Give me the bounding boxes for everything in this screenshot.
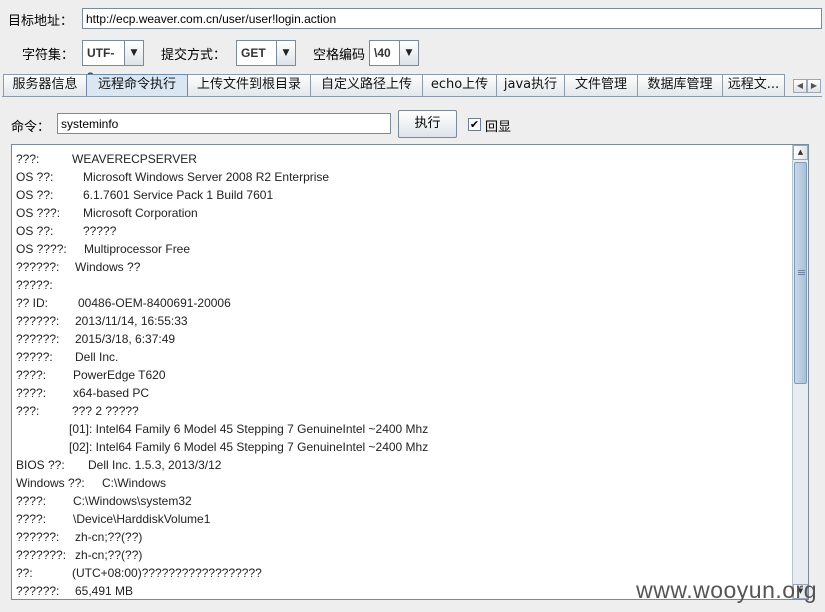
chevron-left-icon[interactable]: ◀ — [793, 79, 807, 93]
output-key: ????: — [16, 512, 47, 526]
output-value: 00486-OEM-8400691-20006 — [78, 296, 231, 310]
target-url-label: 目标地址： — [8, 14, 74, 29]
output-value: 65,491 MB — [75, 584, 134, 598]
tab-upload-root[interactable]: 上传文件到根目录 — [187, 74, 311, 96]
charset-select[interactable]: UTF-8 ▼ — [82, 40, 144, 84]
output-key: ???: — [16, 404, 40, 418]
output-value: [02]: Intel64 Family 6 Model 45 Stepping… — [69, 440, 429, 454]
scroll-up-icon[interactable]: ▲ — [793, 145, 808, 160]
output-key: ?? ID: — [16, 296, 49, 310]
output-key: BIOS ??: — [16, 458, 65, 472]
output-value: \Device\HarddiskVolume1 — [73, 512, 211, 526]
output-value: 2013/11/14, 16:55:33 — [75, 314, 188, 328]
tab-bar: 服务器信息 远程命令执行 上传文件到根目录 自定义路径上传 echo上传 jav… — [3, 74, 785, 96]
echo-label: 回显 — [485, 120, 512, 135]
output-key: ????: — [16, 386, 47, 400]
scrollbar-thumb[interactable] — [794, 162, 807, 384]
output-key: OS ???: — [16, 206, 61, 220]
echo-checkbox[interactable]: ✔ — [468, 118, 481, 131]
output-key: OS ??: — [16, 170, 54, 184]
output-value: Dell Inc. 1.5.3, 2013/3/12 — [88, 458, 222, 472]
charset-label: 字符集： — [22, 48, 75, 63]
output-key: ??????: — [16, 314, 60, 328]
vertical-scrollbar[interactable]: ▲ ▼ — [792, 145, 808, 599]
tab-server-info[interactable]: 服务器信息 — [3, 74, 87, 96]
target-url-input[interactable]: http://ecp.weaver.com.cn/user/user!login… — [82, 8, 822, 29]
output-key: ??????: — [16, 530, 60, 544]
output-key: ????: — [16, 494, 47, 508]
output-value: Microsoft Corporation — [83, 206, 198, 220]
output-value: WEAVERECPSERVER — [72, 152, 197, 166]
space-encoding-select[interactable]: \40 ▼ — [369, 40, 419, 66]
output-value: PowerEdge T620 — [73, 368, 166, 382]
output-value: C:\Windows\system32 — [73, 494, 192, 508]
output-value: ????? — [83, 224, 117, 238]
charset-value: UTF-8 — [87, 46, 115, 84]
output-key: ?????: — [16, 278, 53, 292]
output-key: OS ??: — [16, 188, 54, 202]
tab-remote-file[interactable]: 远程文... — [722, 74, 785, 96]
output-key: Windows ??: — [16, 476, 85, 490]
output-key: ??????: — [16, 584, 60, 598]
output-value: ??? 2 ????? — [72, 404, 139, 418]
output-value: zh-cn;??(??) — [75, 530, 143, 544]
output-value: Dell Inc. — [75, 350, 119, 364]
tab-database-manager[interactable]: 数据库管理 — [637, 74, 723, 96]
command-label: 命令： — [11, 120, 51, 135]
output-key: ????: — [16, 368, 47, 382]
output-key: ??: — [16, 566, 33, 580]
output-key: ?????: — [16, 350, 53, 364]
command-input[interactable]: systeminfo — [57, 113, 391, 134]
output-value: zh-cn;??(??) — [75, 548, 143, 562]
tab-file-manager[interactable]: 文件管理 — [564, 74, 638, 96]
output-value: x64-based PC — [73, 386, 150, 400]
output-value: [01]: Intel64 Family 6 Model 45 Stepping… — [69, 422, 429, 436]
execute-button[interactable]: 执行 — [398, 110, 457, 138]
chevron-right-icon[interactable]: ▶ — [807, 79, 821, 93]
output-value: 6.1.7601 Service Pack 1 Build 7601 — [83, 188, 274, 202]
tab-remote-command[interactable]: 远程命令执行 — [86, 74, 188, 96]
tab-java-exec[interactable]: java执行 — [496, 74, 565, 96]
method-select[interactable]: GET ▼ — [236, 40, 296, 66]
output-key: ??????: — [16, 332, 60, 346]
space-encoding-label: 空格编码 — [313, 48, 366, 63]
chevron-down-icon[interactable]: ▼ — [124, 41, 143, 65]
method-label: 提交方式： — [161, 48, 227, 63]
output-key: ???????: — [16, 548, 67, 562]
output-value: Windows ?? — [75, 260, 141, 274]
output-key: ??????: — [16, 260, 60, 274]
chevron-down-icon[interactable]: ▼ — [399, 41, 418, 65]
output-value: Multiprocessor Free — [84, 242, 191, 256]
tab-echo-upload[interactable]: echo上传 — [422, 74, 497, 96]
method-value: GET — [241, 46, 266, 60]
output-value: 2015/3/18, 6:37:49 — [75, 332, 176, 346]
output-key: ???: — [16, 152, 40, 166]
output-value: C:\Windows — [102, 476, 167, 490]
chevron-down-icon[interactable]: ▼ — [276, 41, 295, 65]
command-output[interactable]: ???: WEAVERECPSERVER OS ??: Microsoft Windo… — [11, 144, 809, 600]
tab-custom-path-upload[interactable]: 自定义路径上传 — [310, 74, 423, 96]
output-value: Microsoft Windows Server 2008 R2 Enterpr… — [83, 170, 330, 184]
output-key: OS ??: — [16, 224, 54, 238]
output-key: OS ????: — [16, 242, 67, 256]
space-encoding-value: \40 — [374, 46, 391, 60]
watermark: www.wooyun.org — [636, 577, 817, 603]
output-value: (UTC+08:00)?????????????????? — [72, 566, 262, 580]
